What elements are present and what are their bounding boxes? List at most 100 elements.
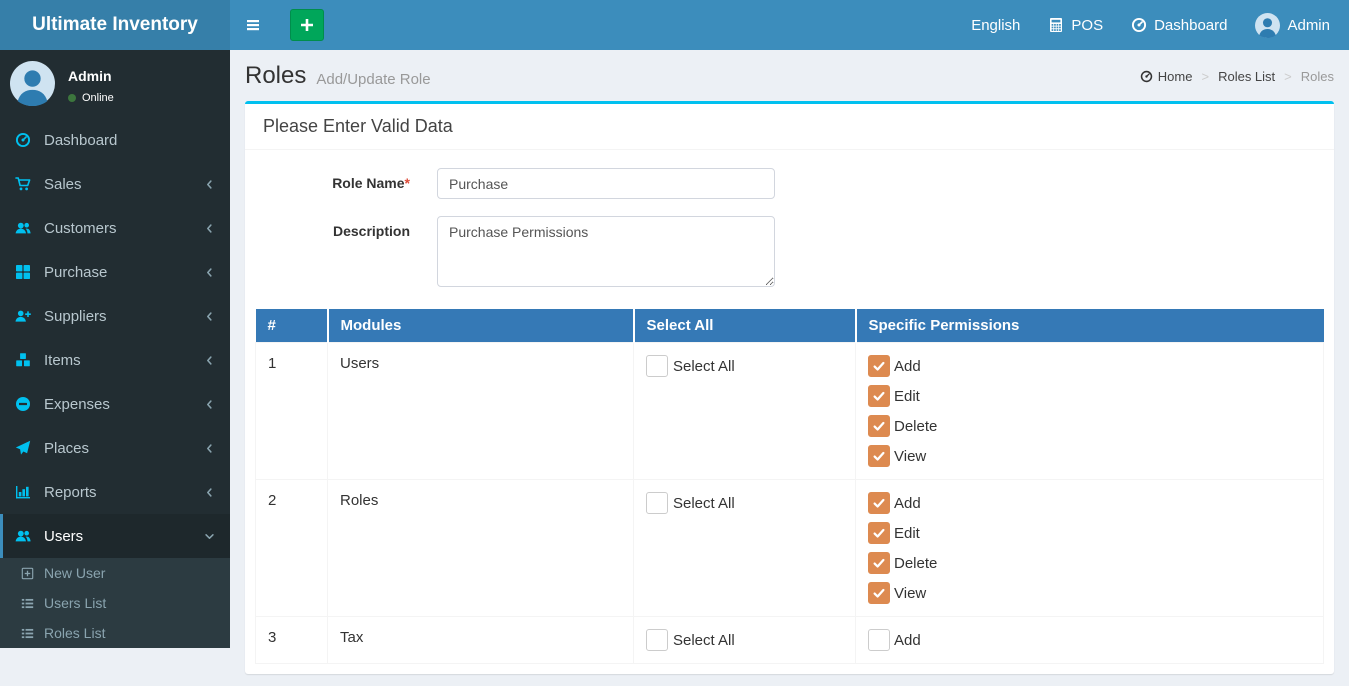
permission-item: Add [868,492,1311,514]
select-all-cell: Select All [646,629,843,651]
column-header--: # [255,309,329,343]
permission-item: Edit [868,385,1311,407]
top-navbar: Ultimate Inventory English POS Dashboard Ad… [0,0,1349,50]
navbar-item-label: Dashboard [1154,16,1228,34]
select-all-cell: Select All [646,355,843,377]
bar-chart-icon [15,484,44,500]
sidebar-item-label: Expenses [44,395,110,413]
navbar-item-label: Admin [1287,16,1330,34]
permission-checkbox-roles-view[interactable] [868,582,890,604]
sidebar-item-label: Users [44,527,84,545]
gauge-icon [1131,17,1147,33]
sidebar-subitem-label: New User [44,565,106,581]
specific-permissions-cell: Add [855,616,1324,664]
cubes-icon [15,352,44,368]
box-body: Role Name* Description Purchase Permissi… [245,150,1334,674]
row-number: 2 [255,479,328,617]
sidebar-subitem-new-user[interactable]: New User [0,558,230,588]
module-name: Users [327,342,634,480]
sidebar-subitem-label: Roles List [44,625,106,641]
permission-item: View [868,582,1311,604]
sidebar-item-purchase[interactable]: Purchase [0,250,230,294]
description-group: Description Purchase Permissions [255,216,1324,292]
plus-icon [299,17,315,33]
role-name-group: Role Name* [255,168,1324,199]
permission-label: Delete [894,554,938,572]
navbar-item-dashboard[interactable]: Dashboard [1117,0,1241,50]
breadcrumb-home[interactable]: Home [1140,68,1193,84]
user-status-label: Online [82,92,114,104]
sidebar-item-dashboard[interactable]: Dashboard [0,118,230,162]
sidebar-item-places[interactable]: Places [0,426,230,470]
brand-title: Ultimate Inventory [32,14,198,35]
permission-item: View [868,445,1311,467]
sidebar-subitem-users-list[interactable]: Users List [0,588,230,618]
permissions-table: # Modules Select All Specific Permissions 1… [255,309,1324,664]
permission-checkbox-users-delete[interactable] [868,415,890,437]
sidebar-menu: Dashboard Sales Customers Purchase Suppliers… [0,118,230,648]
navbar-item-account[interactable]: Admin [1241,0,1349,50]
breadcrumb-label: Roles List [1218,68,1276,84]
sidebar-item-customers[interactable]: Customers [0,206,230,250]
brand-logo[interactable]: Ultimate Inventory [0,0,230,50]
required-marker: * [404,175,410,191]
description-textarea[interactable]: Purchase Permissions [437,216,775,287]
role-name-label: Role Name* [332,175,410,191]
select-all-label: Select All [673,494,735,512]
navbar-item-pos[interactable]: POS [1034,0,1117,50]
navbar-right-menu: English POS Dashboard Admin [957,0,1349,50]
sidebar-toggle-button[interactable] [230,0,276,50]
chevron-left-icon [204,487,215,498]
sidebar-item-users[interactable]: Users [0,514,230,558]
permission-checkbox-users-add[interactable] [868,355,890,377]
row-number: 3 [255,616,328,664]
sidebar-subitem-label: Users List [44,595,107,611]
permission-checkbox-users-edit[interactable] [868,385,890,407]
sidebar-user-panel: Admin Online [0,50,230,118]
box-title: Please Enter Valid Data [245,104,1334,150]
sidebar-item-sales[interactable]: Sales [0,162,230,206]
select-all-checkbox-tax[interactable] [646,629,668,651]
add-button[interactable] [290,9,324,41]
permission-checkbox-roles-edit[interactable] [868,522,890,544]
role-name-input[interactable] [437,168,775,199]
sidebar-item-label: Suppliers [44,307,107,325]
page-title: Roles [245,62,307,89]
permission-label: View [894,447,927,465]
column-header-specific-permissions: Specific Permissions [855,309,1324,343]
select-all-label: Select All [673,357,735,375]
sidebar-subitem-roles-list[interactable]: Roles List [0,618,230,648]
permission-item: Add [868,355,1311,377]
chevron-left-icon [204,399,215,410]
breadcrumb-label: Home [1157,68,1193,84]
user-status: Online [68,92,114,104]
permission-checkbox-users-view[interactable] [868,445,890,467]
permission-item: Delete [868,552,1311,574]
select-all-checkbox-users[interactable] [646,355,668,377]
navbar: English POS Dashboard Admin [230,0,1349,50]
permission-checkbox-roles-add[interactable] [868,492,890,514]
sidebar-item-expenses[interactable]: Expenses [0,382,230,426]
navbar-item-label: English [971,16,1021,34]
sidebar-item-label: Customers [44,219,117,237]
breadcrumb-label: Roles [1300,68,1334,84]
chevron-left-icon [204,355,215,366]
roles-box: Please Enter Valid Data Role Name* Descr… [245,101,1334,674]
page-subtitle: Add/Update Role [316,71,431,88]
permission-checkbox-roles-delete[interactable] [868,552,890,574]
avatar-icon [1255,12,1281,38]
module-name: Roles [327,479,634,617]
sidebar-item-suppliers[interactable]: Suppliers [0,294,230,338]
permission-item: Edit [868,522,1311,544]
permissions-table-header-row: # Modules Select All Specific Permissions [255,309,1324,343]
permission-item: Delete [868,415,1311,437]
select-all-checkbox-roles[interactable] [646,492,668,514]
permission-label: Edit [894,524,920,542]
breadcrumb-roles-list[interactable]: Roles List [1218,69,1275,84]
navbar-item-language[interactable]: English [957,0,1034,50]
sidebar-item-label: Places [44,439,90,457]
permission-label: Delete [894,417,938,435]
sidebar-item-items[interactable]: Items [0,338,230,382]
permission-checkbox-tax-add[interactable] [868,629,890,651]
sidebar-item-reports[interactable]: Reports [0,470,230,514]
